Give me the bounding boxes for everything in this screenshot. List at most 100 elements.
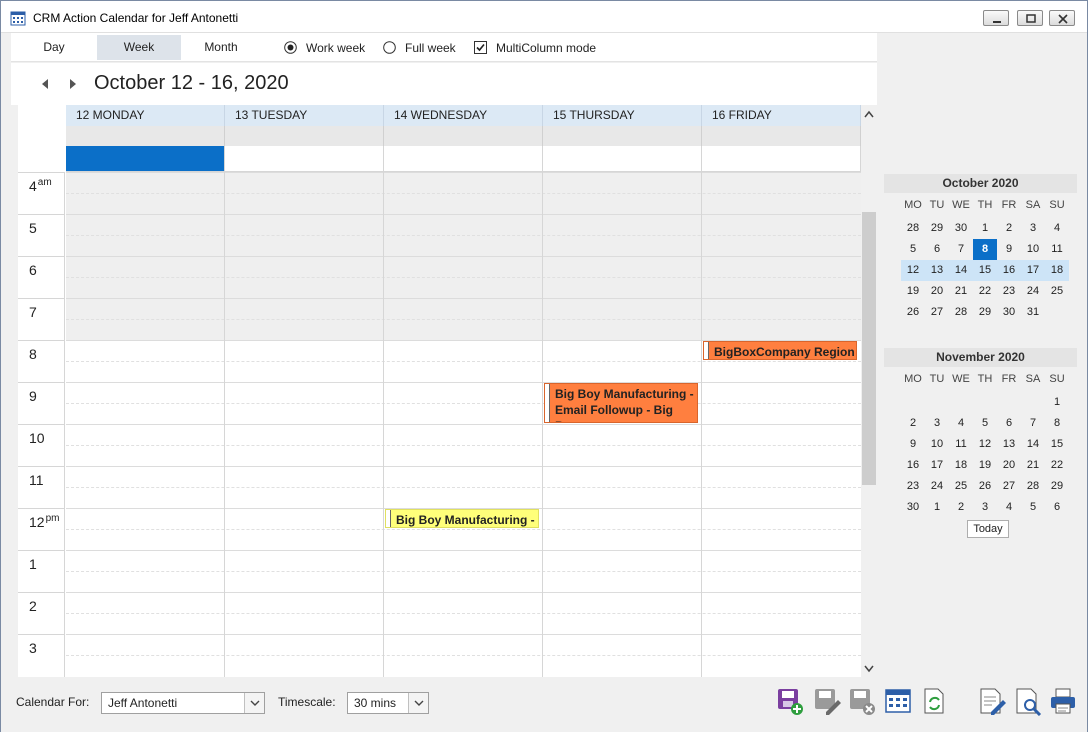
tab-week[interactable]: Week bbox=[97, 35, 181, 60]
mini-calendar-day[interactable]: 12 bbox=[973, 434, 997, 455]
mini-calendar-day[interactable]: 5 bbox=[1021, 497, 1045, 518]
mini-calendar-day[interactable]: 17 bbox=[925, 455, 949, 476]
mini-calendar-day[interactable]: 28 bbox=[901, 218, 925, 239]
all-day-slot[interactable] bbox=[225, 146, 384, 172]
calendar-icon[interactable] bbox=[883, 686, 913, 716]
mini-calendar-day[interactable]: 20 bbox=[925, 281, 949, 302]
mini-calendar-day[interactable]: 13 bbox=[997, 434, 1021, 455]
mini-calendar-day[interactable]: 30 bbox=[901, 497, 925, 518]
timescale-select[interactable]: 30 mins bbox=[347, 692, 429, 714]
time-slots[interactable]: BigBoxCompany Region Big Boy Manufacturin… bbox=[66, 172, 861, 677]
mini-calendar-day[interactable]: 15 bbox=[1045, 434, 1069, 455]
mini-calendar-day[interactable]: 4 bbox=[1045, 218, 1069, 239]
mini-calendar-day[interactable]: 1 bbox=[973, 218, 997, 239]
scroll-up-icon[interactable] bbox=[861, 107, 877, 123]
mini-calendar-day[interactable]: 2 bbox=[997, 218, 1021, 239]
calendar-event[interactable]: Big Boy Manufacturing - Email Followup -… bbox=[544, 383, 698, 423]
mini-calendar-day[interactable]: 1 bbox=[925, 497, 949, 518]
mini-calendar-day[interactable]: 5 bbox=[901, 239, 925, 260]
mini-calendar-day[interactable]: 19 bbox=[901, 281, 925, 302]
refresh-icon[interactable] bbox=[919, 686, 949, 716]
mini-calendar-day[interactable]: 4 bbox=[949, 413, 973, 434]
mini-calendar-day[interactable]: 9 bbox=[901, 434, 925, 455]
notes-icon[interactable] bbox=[977, 686, 1007, 716]
mini-calendar-day[interactable]: 22 bbox=[1045, 455, 1069, 476]
mini-calendar-day[interactable]: 7 bbox=[949, 239, 973, 260]
mini-calendar-day[interactable]: 9 bbox=[997, 239, 1021, 260]
day-header[interactable]: 15 THURSDAY bbox=[543, 105, 702, 126]
mini-calendar-day[interactable]: 21 bbox=[1021, 455, 1045, 476]
minimize-button[interactable] bbox=[983, 10, 1009, 26]
all-day-slot[interactable] bbox=[66, 146, 225, 172]
scroll-down-icon[interactable] bbox=[861, 660, 877, 676]
mini-calendar-day[interactable]: 13 bbox=[925, 260, 949, 281]
all-day-slot[interactable] bbox=[702, 146, 861, 172]
mini-calendar-day[interactable]: 8 bbox=[1045, 413, 1069, 434]
day-header[interactable]: 14 WEDNESDAY bbox=[384, 105, 543, 126]
tab-day[interactable]: Day bbox=[11, 35, 97, 60]
mini-calendar-day[interactable]: 14 bbox=[949, 260, 973, 281]
mini-calendar-day[interactable]: 27 bbox=[925, 302, 949, 323]
calendar-event[interactable]: Big Boy Manufacturing - bbox=[385, 509, 539, 528]
chevron-down-icon[interactable] bbox=[408, 693, 428, 713]
mini-calendar-day[interactable]: 10 bbox=[925, 434, 949, 455]
calendar-event[interactable]: BigBoxCompany Region bbox=[703, 341, 857, 360]
edit-activity-icon[interactable] bbox=[812, 686, 842, 716]
mini-calendar-day[interactable]: 28 bbox=[949, 302, 973, 323]
mini-calendar-day[interactable]: 26 bbox=[973, 476, 997, 497]
mini-calendar-day[interactable]: 12 bbox=[901, 260, 925, 281]
mini-calendar-day[interactable]: 29 bbox=[1045, 476, 1069, 497]
mini-calendar-day[interactable]: 2 bbox=[901, 413, 925, 434]
mini-calendar-day[interactable]: 17 bbox=[1021, 260, 1045, 281]
mini-calendar-day[interactable]: 11 bbox=[1045, 239, 1069, 260]
print-icon[interactable] bbox=[1048, 686, 1078, 716]
mini-calendar-day[interactable]: 24 bbox=[925, 476, 949, 497]
mini-calendar-day[interactable]: 23 bbox=[901, 476, 925, 497]
mini-calendar-day[interactable]: 5 bbox=[973, 413, 997, 434]
mini-calendar-day[interactable]: 3 bbox=[1021, 218, 1045, 239]
mini-calendar-day[interactable]: 4 bbox=[997, 497, 1021, 518]
day-header[interactable]: 12 MONDAY bbox=[66, 105, 225, 126]
mini-calendar-day[interactable]: 24 bbox=[1021, 281, 1045, 302]
mini-calendar-day[interactable]: 22 bbox=[973, 281, 997, 302]
mini-calendar-day[interactable]: 18 bbox=[949, 455, 973, 476]
mini-calendar-day[interactable]: 16 bbox=[997, 260, 1021, 281]
calendar-for-select[interactable]: Jeff Antonetti bbox=[101, 692, 265, 714]
all-day-slot[interactable] bbox=[543, 146, 702, 172]
mini-calendar-day[interactable]: 28 bbox=[1021, 476, 1045, 497]
mini-calendar-day[interactable]: 6 bbox=[925, 239, 949, 260]
mini-calendar-day[interactable]: 20 bbox=[997, 455, 1021, 476]
mini-calendar-day[interactable]: 11 bbox=[949, 434, 973, 455]
today-button[interactable]: Today bbox=[967, 520, 1009, 538]
mini-calendar-day[interactable]: 7 bbox=[1021, 413, 1045, 434]
mini-calendar-day[interactable]: 18 bbox=[1045, 260, 1069, 281]
mini-calendar-day[interactable]: 14 bbox=[1021, 434, 1045, 455]
mini-calendar-day[interactable]: 19 bbox=[973, 455, 997, 476]
calendar-scrollbar[interactable] bbox=[861, 105, 877, 677]
new-activity-icon[interactable] bbox=[775, 686, 805, 716]
maximize-button[interactable] bbox=[1017, 10, 1043, 26]
next-week-icon[interactable] bbox=[67, 77, 79, 91]
all-day-slot[interactable] bbox=[384, 146, 543, 172]
preview-icon[interactable] bbox=[1013, 686, 1043, 716]
tab-month[interactable]: Month bbox=[181, 35, 261, 60]
mini-calendar-day[interactable]: 27 bbox=[997, 476, 1021, 497]
day-header[interactable]: 13 TUESDAY bbox=[225, 105, 384, 126]
mini-calendar-day[interactable]: 1 bbox=[1045, 392, 1069, 413]
mini-calendar-day[interactable]: 30 bbox=[997, 302, 1021, 323]
mini-calendar-day[interactable]: 29 bbox=[925, 218, 949, 239]
chevron-down-icon[interactable] bbox=[244, 693, 264, 713]
mini-calendar-day[interactable]: 23 bbox=[997, 281, 1021, 302]
mini-calendar-day[interactable]: 3 bbox=[925, 413, 949, 434]
previous-week-icon[interactable] bbox=[39, 77, 51, 91]
mini-calendar-day[interactable]: 26 bbox=[901, 302, 925, 323]
mini-calendar-day[interactable]: 31 bbox=[1021, 302, 1045, 323]
scroll-thumb[interactable] bbox=[862, 212, 876, 485]
mini-calendar-day[interactable]: 21 bbox=[949, 281, 973, 302]
close-button[interactable] bbox=[1049, 10, 1075, 26]
day-header[interactable]: 16 FRIDAY bbox=[702, 105, 861, 126]
mini-calendar-day[interactable]: 25 bbox=[949, 476, 973, 497]
mini-calendar-day[interactable]: 30 bbox=[949, 218, 973, 239]
mini-calendar-day[interactable]: 3 bbox=[973, 497, 997, 518]
mini-calendar-day[interactable]: 16 bbox=[901, 455, 925, 476]
